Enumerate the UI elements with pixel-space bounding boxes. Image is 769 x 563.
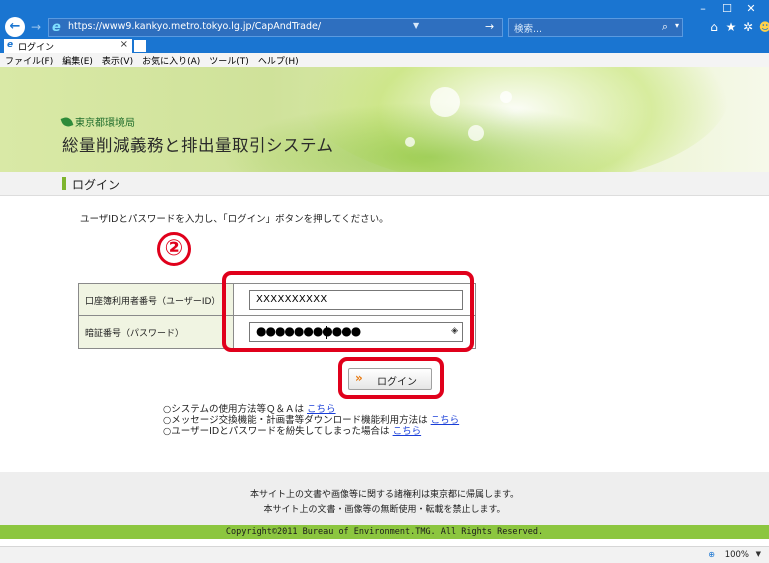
new-tab-button[interactable]	[134, 40, 146, 52]
footer-rights-text: 本サイト上の文書や画像等に関する諸権利は東京都に帰属します。	[249, 490, 520, 500]
close-icon[interactable]: ✕	[739, 2, 763, 16]
maximize-icon[interactable]: ☐	[715, 2, 739, 16]
menu-bar: ファイル(F) 編集(E) 表示(V) お気に入り(A) ツール(T) ヘルプ(…	[0, 53, 769, 67]
help-item-qa: ○システムの使用方法等Ｑ＆Ａは こちら	[163, 404, 459, 415]
menu-item-file[interactable]: ファイル(F)	[5, 54, 53, 67]
chevron-down-icon[interactable]: ▼	[413, 21, 419, 30]
department-name: 東京都環境局	[75, 118, 135, 129]
favorites-star-icon[interactable]: ★	[724, 19, 738, 35]
user-id-label-cell: 口座簿利用者番号（ユーザーID）	[79, 284, 234, 315]
password-label-cell: 暗証番号（パスワード）	[79, 316, 234, 348]
search-icon[interactable]: ⌕	[662, 20, 668, 34]
department-label: 東京都環境局	[60, 114, 135, 129]
zoom-level[interactable]: 100%	[725, 550, 749, 560]
help-links: ○システムの使用方法等Ｑ＆Ａは こちら ○メッセージ交換機能・計画書等ダウンロー…	[163, 404, 459, 437]
window-controls: – ☐ ✕	[691, 2, 763, 16]
search-input[interactable]: 検索... ⌕ ▾	[508, 18, 683, 37]
address-url: https://www9.kankyo.metro.tokyo.lg.jp/Ca…	[68, 21, 322, 32]
menu-item-tools[interactable]: ツール(T)	[209, 54, 249, 67]
annotation-highlight-login	[338, 357, 444, 399]
step-number-badge: ②	[157, 232, 191, 266]
help-text: ○メッセージ交換機能・計画書等ダウンロード機能利用方法は	[163, 415, 428, 426]
banner-bubble	[468, 125, 484, 141]
gear-icon[interactable]: ✲	[741, 19, 755, 35]
close-icon[interactable]: ×	[120, 39, 128, 50]
help-link-qa[interactable]: こちら	[307, 404, 336, 415]
home-icon[interactable]: ⌂	[707, 19, 721, 35]
menu-item-view[interactable]: 表示(V)	[102, 54, 133, 67]
help-link-lost-credentials[interactable]: こちら	[393, 426, 422, 437]
system-title: 総量削減義務と排出量取引システム	[62, 136, 334, 155]
section-marker	[62, 177, 66, 190]
search-placeholder: 検索...	[514, 24, 543, 35]
zoom-icon[interactable]: ⊕	[708, 550, 715, 559]
footer-usage-text: 本サイト上の文書・画像等の無断使用・転載を禁止します。	[263, 505, 506, 515]
annotation-highlight-fields	[222, 271, 474, 352]
menu-item-help[interactable]: ヘルプ(H)	[258, 54, 299, 67]
menu-item-favorites[interactable]: お気に入り(A)	[142, 54, 200, 67]
instruction-text: ユーザIDとパスワードを入力し、「ログイン」ボタンを押してください。	[80, 214, 389, 225]
user-id-label: 口座簿利用者番号（ユーザーID）	[85, 297, 221, 307]
ie-icon: e	[7, 40, 14, 50]
tab-strip: e ログイン ×	[0, 39, 769, 53]
banner-bubble	[430, 87, 460, 117]
status-bar: ⊕ 100% ▼	[0, 546, 769, 563]
site-banner: 東京都環境局 総量削減義務と排出量取引システム	[0, 67, 769, 172]
page-title: ログイン	[72, 178, 121, 192]
password-label: 暗証番号（パスワード）	[85, 329, 185, 339]
minimize-icon[interactable]: –	[691, 2, 715, 16]
chevron-down-icon[interactable]: ▼	[756, 550, 761, 558]
toolbar-icons: ⌂ ★ ✲ ☻	[707, 19, 769, 35]
go-arrow-icon[interactable]: →	[485, 20, 494, 33]
address-bar[interactable]: e https://www9.kankyo.metro.tokyo.lg.jp/…	[48, 18, 503, 37]
banner-bubble	[500, 91, 512, 103]
back-arrow-icon[interactable]: ←	[5, 17, 25, 37]
ie-icon: e	[52, 20, 61, 35]
help-item-lost-credentials: ○ユーザーIDとパスワードを紛失してしまった場合は こちら	[163, 426, 459, 437]
leaf-icon	[60, 115, 74, 128]
forward-arrow-icon[interactable]: →	[28, 19, 44, 35]
navigation-bar: ← → e https://www9.kankyo.metro.tokyo.lg…	[0, 17, 769, 39]
copyright-bar: Copyright©2011 Bureau of Environment.TMG…	[0, 525, 769, 539]
help-link-message[interactable]: こちら	[431, 415, 460, 426]
feedback-smile-icon[interactable]: ☻	[758, 19, 769, 35]
help-text: ○システムの使用方法等Ｑ＆Ａは	[163, 404, 305, 415]
menu-item-edit[interactable]: 編集(E)	[62, 54, 93, 67]
chevron-down-icon[interactable]: ▾	[675, 21, 679, 30]
help-item-message: ○メッセージ交換機能・計画書等ダウンロード機能利用方法は こちら	[163, 415, 459, 426]
section-header: ログイン	[0, 172, 769, 196]
tab-login[interactable]: e ログイン ×	[4, 39, 132, 53]
footer: 本サイト上の文書や画像等に関する諸権利は東京都に帰属します。 本サイト上の文書・…	[0, 472, 769, 525]
tab-label: ログイン	[18, 43, 55, 53]
help-text: ○ユーザーIDとパスワードを紛失してしまった場合は	[163, 426, 390, 437]
banner-bubble	[405, 137, 415, 147]
